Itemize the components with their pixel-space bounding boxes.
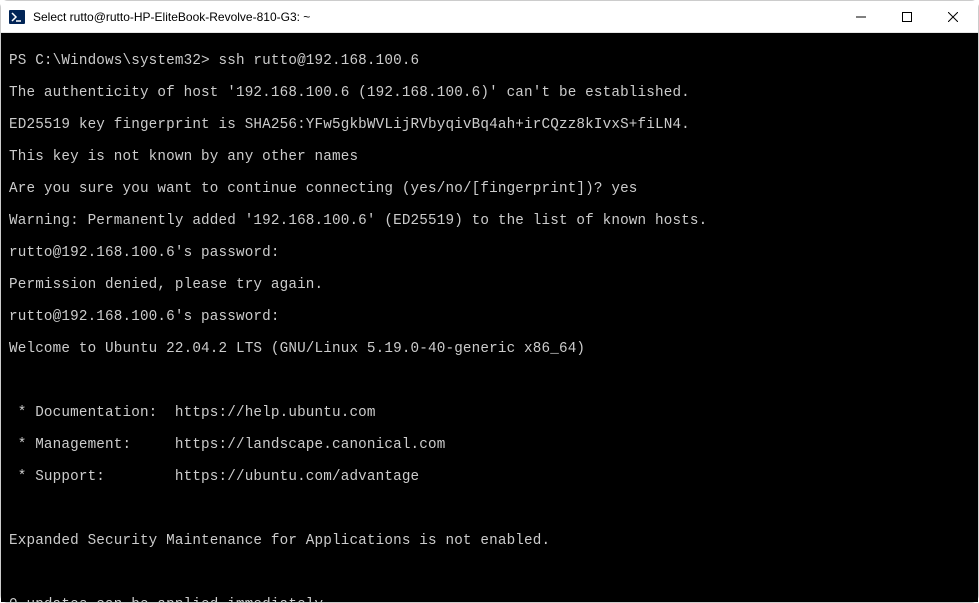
terminal-line: Warning: Permanently added '192.168.100.… — [9, 213, 970, 229]
terminal-line: The authenticity of host '192.168.100.6 … — [9, 85, 970, 101]
terminal-line: PS C:\Windows\system32> ssh rutto@192.16… — [9, 53, 970, 69]
maximize-button[interactable] — [884, 1, 930, 33]
terminal-line: rutto@192.168.100.6's password: — [9, 309, 970, 325]
terminal-line — [9, 373, 970, 389]
titlebar: Select rutto@rutto-HP-EliteBook-Revolve-… — [1, 1, 978, 33]
terminal[interactable]: PS C:\Windows\system32> ssh rutto@192.16… — [1, 33, 978, 602]
minimize-button[interactable] — [838, 1, 884, 33]
terminal-line: Are you sure you want to continue connec… — [9, 181, 970, 197]
terminal-line: 0 updates can be applied immediately. — [9, 597, 970, 602]
terminal-line: rutto@192.168.100.6's password: — [9, 245, 970, 261]
terminal-line: Welcome to Ubuntu 22.04.2 LTS (GNU/Linux… — [9, 341, 970, 357]
terminal-line: Permission denied, please try again. — [9, 277, 970, 293]
terminal-line: ED25519 key fingerprint is SHA256:YFw5gk… — [9, 117, 970, 133]
terminal-line — [9, 565, 970, 581]
close-button[interactable] — [930, 1, 976, 33]
powershell-icon — [9, 9, 25, 25]
terminal-line: Expanded Security Maintenance for Applic… — [9, 533, 970, 549]
terminal-line — [9, 501, 970, 517]
terminal-line: * Support: https://ubuntu.com/advantage — [9, 469, 970, 485]
terminal-line: * Documentation: https://help.ubuntu.com — [9, 405, 970, 421]
terminal-line: This key is not known by any other names — [9, 149, 970, 165]
window-title: Select rutto@rutto-HP-EliteBook-Revolve-… — [33, 10, 838, 24]
terminal-line: * Management: https://landscape.canonica… — [9, 437, 970, 453]
window-controls — [838, 1, 976, 33]
